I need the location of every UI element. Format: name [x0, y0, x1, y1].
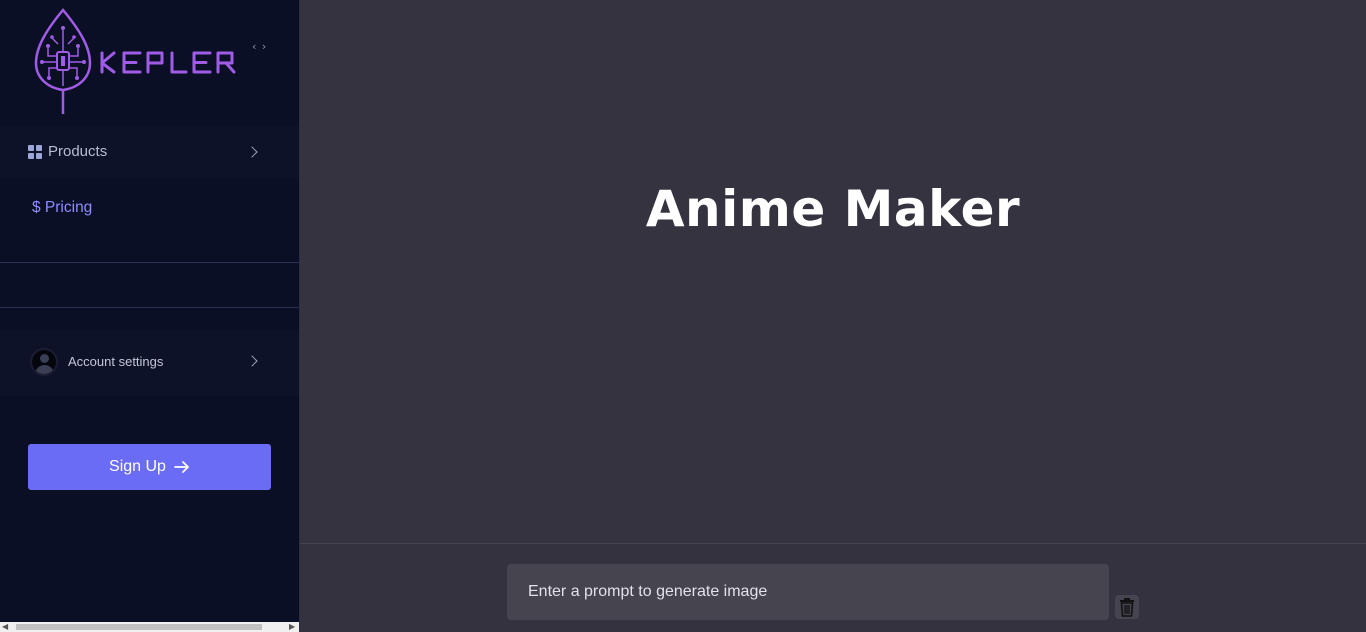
chevron-right-icon	[246, 146, 258, 158]
prompt-input[interactable]	[507, 564, 1109, 620]
horizontal-scrollbar[interactable]: ◀ ▶	[0, 622, 299, 632]
collapse-toggle-icon[interactable]: ‹ ›	[252, 40, 270, 56]
sidebar-item-pricing[interactable]: $ Pricing	[0, 182, 299, 234]
scrollbar-thumb[interactable]	[16, 624, 262, 630]
scroll-left-icon[interactable]: ◀	[2, 622, 8, 632]
main-content: Anime Maker	[300, 0, 1366, 632]
circuit-leaf-logo-icon	[34, 8, 236, 114]
page-title: Anime Maker	[645, 180, 1021, 238]
sign-up-button[interactable]: Sign Up	[28, 444, 271, 490]
divider	[0, 307, 299, 308]
sidebar-item-label: $ Pricing	[32, 199, 93, 216]
prompt-bar	[300, 543, 1366, 632]
arrow-right-icon	[174, 461, 189, 473]
trash-icon[interactable]	[1115, 595, 1139, 619]
account-settings[interactable]: Account settings	[0, 330, 299, 396]
kepler-logo[interactable]	[30, 8, 245, 118]
chevron-right-icon	[246, 355, 258, 367]
avatar-icon	[30, 348, 58, 376]
sign-up-label: Sign Up	[109, 458, 166, 475]
sidebar-item-label: Products	[48, 143, 108, 160]
account-settings-label: Account settings	[68, 354, 164, 369]
grid-icon	[28, 145, 42, 159]
sidebar-item-products[interactable]: Products	[0, 126, 299, 178]
scroll-right-icon[interactable]: ▶	[289, 622, 295, 632]
sidebar: ‹ › Products $ Pricing Account settings …	[0, 0, 300, 632]
divider	[0, 262, 299, 263]
